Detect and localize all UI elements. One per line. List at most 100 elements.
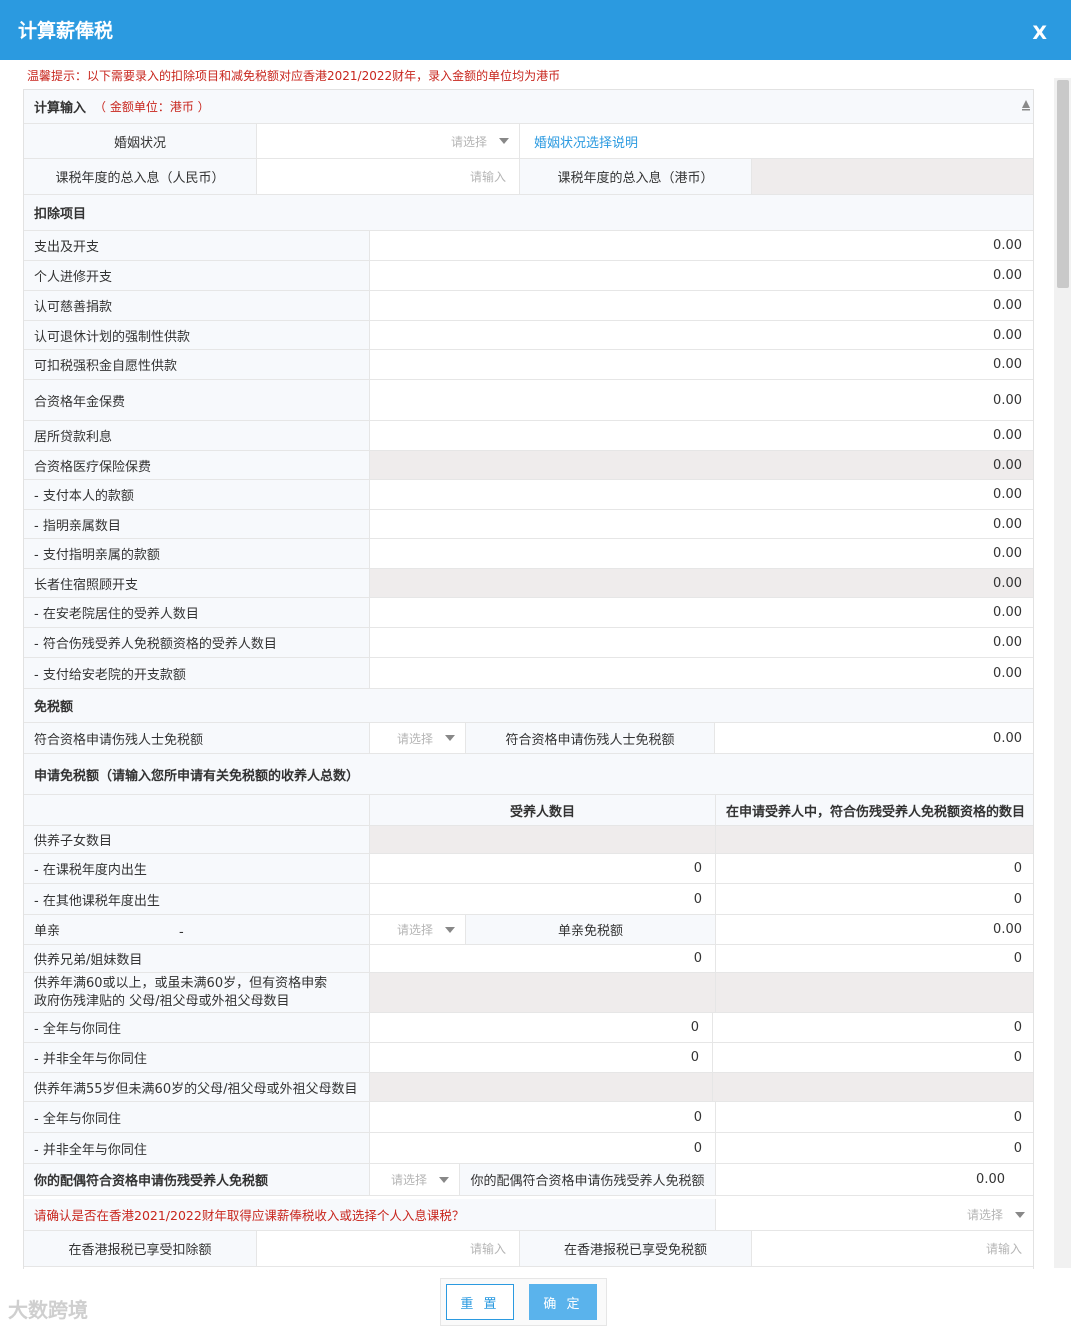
section-title: 计算输入 [34,101,87,116]
siblings-disabled[interactable]: 0 [716,945,1033,972]
disabled-exemption-select[interactable]: 请选择 [370,723,466,753]
p55-part-row: - 并非全年与你同住 0 0 [24,1133,1033,1164]
dialog-title: 计算薪俸税 [18,20,114,42]
deduction-row: 认可慈善捐款 0.00 [24,291,1033,321]
deduction-row: - 支付本人的款额 0.00 [24,480,1033,510]
deduction-value[interactable]: 0.00 [370,291,1033,320]
deduction-row: - 支付给安老院的开支款额 0.00 [24,658,1033,689]
deduction-value[interactable]: 0.00 [370,380,1033,420]
deduction-value: 0.00 [370,569,1033,597]
deduction-value[interactable]: 0.00 [370,321,1033,349]
dialog-titlebar: 计算薪俸税 X [0,0,1071,60]
disabled-exemption-value[interactable]: 0.00 [715,723,1033,753]
single-parent-row: 单亲 - 请选择 单亲免税额 0.00 [24,915,1033,945]
deduction-label: 合资格年金保费 [24,380,370,420]
marital-label: 婚姻状况 [24,124,257,158]
hk-deduction-input[interactable]: 请输入 [257,1231,520,1266]
claims-column-header: 受养人数目 在申请受养人中，符合伤残受养人免税额资格的数目 [24,795,1033,826]
deduction-value[interactable]: 0.00 [370,510,1033,538]
parents55-row: 供养年满55岁但未满60岁的父母/祖父母或外祖父母数目 [24,1073,1033,1102]
deduction-value[interactable]: 0.00 [370,231,1033,260]
section-header-claims: 申请免税额（请输入您所申请有关免税额的收养人总数） [24,754,1033,795]
p60-part-row: - 并非全年与你同住 0 0 [24,1043,1033,1073]
deduction-label: 认可慈善捐款 [24,291,370,320]
deduction-label: 认可退休计划的强制性供款 [24,321,370,349]
single-parent-select[interactable]: 请选择 [370,915,466,944]
born-other-count[interactable]: 0 [370,884,716,914]
p60-full-row: - 全年与你同住 0 0 [24,1013,1033,1043]
deduction-value[interactable]: 0.00 [370,421,1033,450]
reset-button[interactable]: 重 置 [446,1284,514,1320]
confirm-select[interactable]: 请选择 [716,1199,1033,1230]
deduction-label: - 支付指明亲属的款额 [24,539,370,568]
deduction-value[interactable]: 0.00 [370,261,1033,290]
deduction-label: 支出及开支 [24,231,370,260]
hk-tax-row: 在香港报税已享受扣除额 请输入 在香港报税已享受免税额 请输入 [24,1231,1033,1267]
born-other-row: - 在其他课税年度出生 0 0 [24,884,1033,915]
deduction-value[interactable]: 0.00 [370,598,1033,627]
chevron-down-icon [499,138,509,144]
confirm-row: 请确认是否在香港2021/2022财年取得应课薪俸税收入或选择个人入息课税？ 请… [24,1199,1033,1231]
marital-select[interactable]: 请选择 [257,124,520,158]
hk-exempt-input[interactable]: 请输入 [752,1231,1033,1266]
p60-part-disabled[interactable]: 0 [713,1043,1033,1072]
confirm-question: 请确认是否在香港2021/2022财年取得应课薪俸税收入或选择个人入息课税？ [24,1199,716,1230]
single-parent-value[interactable]: 0.00 [716,915,1033,944]
close-button[interactable]: X [1032,22,1047,44]
deduction-row: - 符合伤残受养人免税额资格的受养人数目 0.00 [24,628,1033,658]
col-dependents: 受养人数目 [370,795,716,825]
deduction-label: 长者住宿照顾开支 [24,569,370,597]
deduction-value: 0.00 [370,451,1033,479]
p60-full-count[interactable]: 0 [370,1013,713,1042]
deduction-row: 个人进修开支 0.00 [24,261,1033,291]
deduction-value[interactable]: 0.00 [370,350,1033,379]
collapse-icon[interactable] [1021,99,1031,111]
deduction-label: 个人进修开支 [24,261,370,290]
deduction-row: 支出及开支 0.00 [24,231,1033,261]
p55-full-row: - 全年与你同住 0 0 [24,1102,1033,1133]
deduction-row: - 指明亲属数目 0.00 [24,510,1033,539]
income-hkd-label: 课税年度的总入息（港币） [520,159,752,194]
siblings-count[interactable]: 0 [370,945,716,972]
disabled-exemption-row: 符合资格申请伤残人士免税额 请选择 符合资格申请伤残人士免税额 0.00 [24,723,1033,754]
income-rmb-input[interactable]: 请输入 [257,159,520,194]
deduction-value[interactable]: 0.00 [370,628,1033,657]
scrollbar-thumb[interactable] [1057,80,1069,288]
p55-full-count[interactable]: 0 [370,1102,716,1132]
income-rmb-label: 课税年度的总入息（人民币） [24,159,257,194]
deduction-row: 合资格医疗保险保费 0.00 [24,451,1033,480]
p55-part-count[interactable]: 0 [370,1133,716,1163]
notice-text: 温馨提示：以下需要录入的扣除项目和减免税额对应香港2021/2022财年，录入金… [27,69,561,83]
chevron-down-icon [439,1176,449,1183]
born-in-year-disabled[interactable]: 0 [716,854,1033,883]
deduction-row: - 在安老院居住的受养人数目 0.00 [24,598,1033,628]
chevron-down-icon [1015,1211,1025,1218]
p55-part-disabled[interactable]: 0 [716,1133,1033,1163]
deduction-value[interactable]: 0.00 [370,658,1033,688]
section-header-exemption: 免税额 [24,689,1033,723]
section-header-input: 计算输入 （ 金额单位：港币 ） [24,90,1033,124]
spouse-select[interactable]: 请选择 [370,1164,460,1195]
deduction-label: - 支付本人的款额 [24,480,370,509]
deduction-label: 合资格医疗保险保费 [24,451,370,479]
p60-part-count[interactable]: 0 [370,1043,713,1072]
deduction-row: 居所贷款利息 0.00 [24,421,1033,451]
born-other-disabled[interactable]: 0 [716,884,1033,914]
watermark-logo: 大数跨境 [8,1294,88,1323]
col-disabled-dependents: 在申请受养人中，符合伤残受养人免税额资格的数目 [716,795,1033,825]
marital-help-link[interactable]: 婚姻状况选择说明 [520,132,638,151]
confirm-button[interactable]: 确 定 [529,1284,597,1320]
spouse-value[interactable]: 0.00 [716,1164,1033,1195]
p55-full-disabled[interactable]: 0 [716,1102,1033,1132]
deduction-value[interactable]: 0.00 [370,480,1033,509]
deduction-label: 可扣税强积金自愿性供款 [24,350,370,379]
chevron-down-icon [445,926,455,933]
p60-full-disabled[interactable]: 0 [713,1013,1033,1042]
deduction-value[interactable]: 0.00 [370,539,1033,568]
income-row: 课税年度的总入息（人民币） 请输入 课税年度的总入息（港币） [24,159,1033,195]
deduction-row: 合资格年金保费 0.00 [24,380,1033,421]
born-in-year-count[interactable]: 0 [370,854,716,883]
marital-row: 婚姻状况 请选择 婚姻状况选择说明 [24,124,1033,159]
deduction-row: - 支付指明亲属的款额 0.00 [24,539,1033,569]
section-header-deductions: 扣除项目 [24,195,1033,231]
